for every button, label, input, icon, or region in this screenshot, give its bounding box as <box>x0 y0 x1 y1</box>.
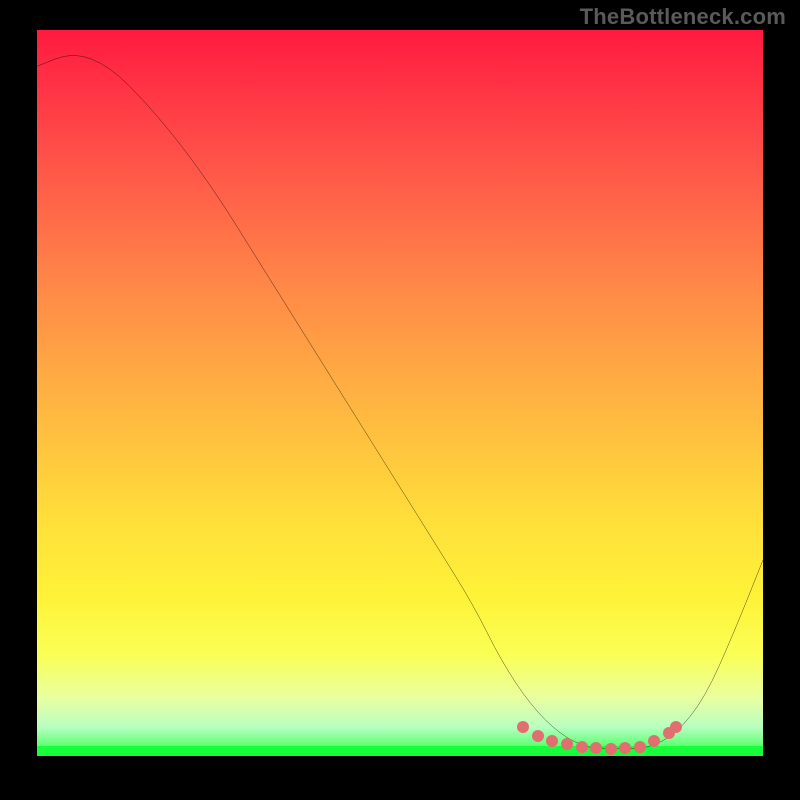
chart-container: TheBottleneck.com <box>0 0 800 800</box>
plot-area <box>37 30 763 756</box>
green-bottom-band <box>37 746 763 756</box>
watermark-text: TheBottleneck.com <box>580 4 786 30</box>
gradient-background <box>37 30 763 756</box>
